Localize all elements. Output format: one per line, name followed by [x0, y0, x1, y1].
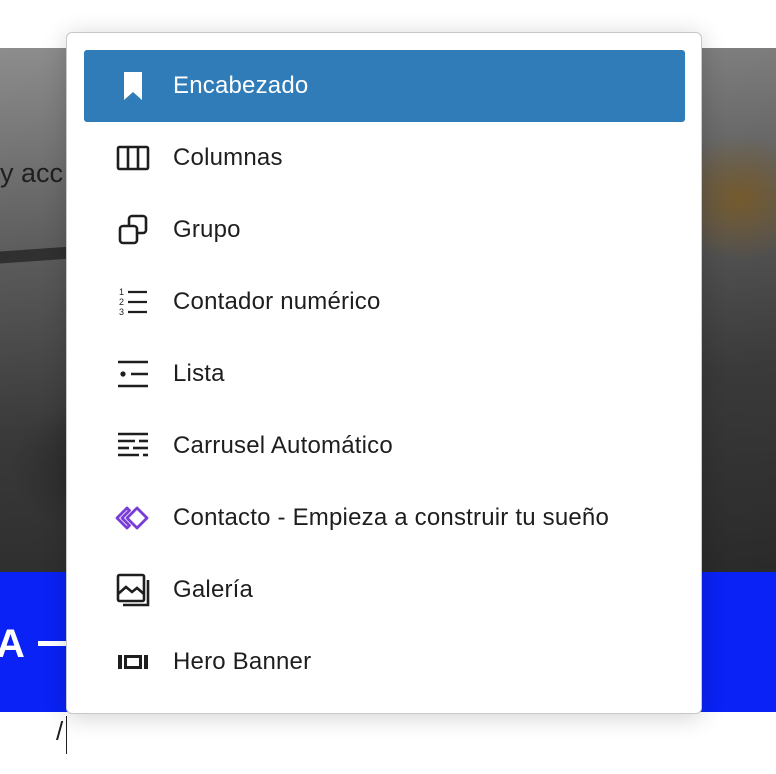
block-option-carrusel-automatico[interactable]: Carrusel Automático [84, 410, 685, 482]
block-option-label: Contacto - Empieza a construir tu sueño [173, 504, 610, 531]
block-option-label: Galería [173, 576, 254, 603]
numbered-list-icon: 1 2 3 [113, 282, 153, 322]
film-strip-icon [113, 642, 153, 682]
group-icon [113, 210, 153, 250]
block-option-grupo[interactable]: Grupo [84, 194, 685, 266]
block-option-hero-banner[interactable]: Hero Banner [84, 626, 685, 698]
block-autocomplete-popover: Encabezado Columnas Grupo 1 2 3 Contador… [66, 32, 702, 714]
text-caret [66, 716, 67, 754]
svg-text:3: 3 [119, 307, 124, 317]
svg-text:1: 1 [119, 287, 124, 297]
block-option-galeria[interactable]: Galería [84, 554, 685, 626]
slash-command-input[interactable]: / [56, 716, 63, 747]
block-option-columnas[interactable]: Columnas [84, 122, 685, 194]
block-option-encabezado[interactable]: Encabezado [84, 50, 685, 122]
block-option-label: Hero Banner [173, 648, 312, 675]
block-option-label: Encabezado [173, 72, 309, 99]
block-option-label: Contador numérico [173, 288, 381, 315]
diamond-icon [113, 498, 153, 538]
block-option-contador-numerico[interactable]: 1 2 3 Contador numérico [84, 266, 685, 338]
svg-text:2: 2 [119, 297, 124, 307]
block-options-list: Encabezado Columnas Grupo 1 2 3 Contador… [84, 50, 685, 698]
block-option-label: Lista [173, 360, 225, 387]
list-icon [113, 354, 153, 394]
block-option-label: Grupo [173, 216, 241, 243]
columns-icon [113, 138, 153, 178]
block-option-label: Columnas [173, 144, 283, 171]
banner-text: A [0, 622, 25, 666]
text-lines-icon [113, 426, 153, 466]
gallery-icon [113, 570, 153, 610]
block-option-contacto[interactable]: Contacto - Empieza a construir tu sueño [84, 482, 685, 554]
block-option-lista[interactable]: Lista [84, 338, 685, 410]
bookmark-icon [113, 66, 153, 106]
block-option-label: Carrusel Automático [173, 432, 393, 459]
cover-overlay-text: y acc [0, 158, 64, 188]
